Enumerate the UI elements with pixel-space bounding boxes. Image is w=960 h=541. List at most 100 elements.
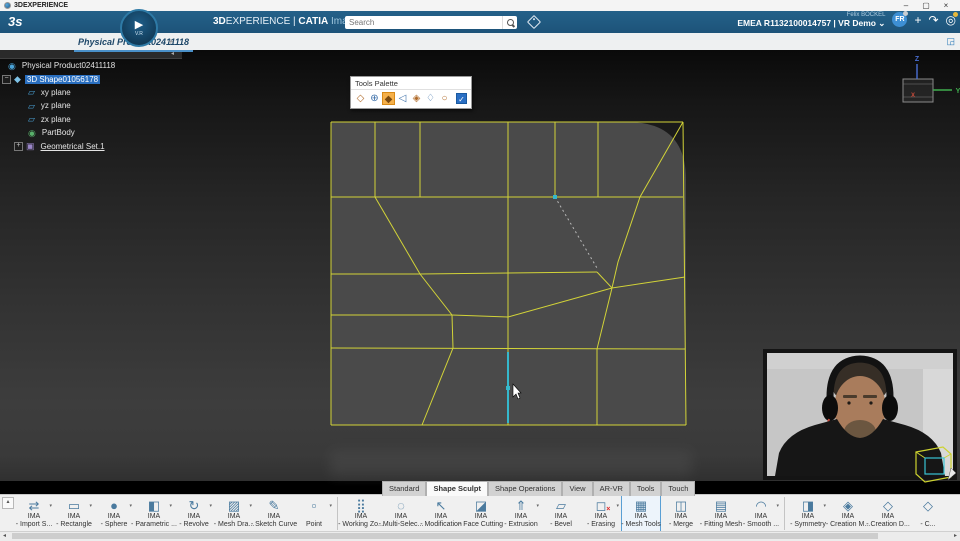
toolbar-button-mesh-dra[interactable]: ▨ ▾ IMA - Mesh Dra... xyxy=(214,495,254,532)
scroll-left-icon[interactable]: ◂ xyxy=(3,532,6,540)
toolbar-button-label: - Smooth ... xyxy=(742,520,780,528)
dropdown-arrow-icon[interactable]: ▾ xyxy=(169,503,172,509)
tab-touch[interactable]: Touch xyxy=(661,481,696,496)
palette-tool-icon-3[interactable]: ◁ xyxy=(396,92,409,105)
dropdown-arrow-icon[interactable]: ▾ xyxy=(249,503,252,509)
toolbar-button-label: - Rectangle xyxy=(56,520,92,528)
palette-tool-icon-1[interactable]: ⊕ xyxy=(368,92,381,105)
environment-selector[interactable]: EMEA R1132100014757 | VR Demo ⌄ xyxy=(737,19,885,28)
tools-palette-title[interactable]: Tools Palette xyxy=(351,77,471,90)
tree-expander-icon[interactable]: + xyxy=(14,141,23,151)
toolbar-button-extrusion[interactable]: ⇑ ▾ IMA - Extrusion xyxy=(501,495,541,532)
toolbar-button-modification[interactable]: ↖ IMA - Modification xyxy=(420,495,462,532)
tree-item-geometrical-set-1[interactable]: + ▣ Geometrical Set.1 xyxy=(0,139,107,152)
dropdown-arrow-icon[interactable]: ▾ xyxy=(616,503,619,509)
palette-tool-icon-5[interactable]: ♢ xyxy=(424,92,437,105)
toolbar-button-creation-d[interactable]: ◇ IMA - Creation D... xyxy=(866,495,910,532)
toolbar-button-smooth[interactable]: ◠ ▾ IMA - Smooth ... xyxy=(741,495,781,532)
palette-tool-icon-2[interactable]: ◆ xyxy=(382,92,395,105)
tab-tools[interactable]: Tools xyxy=(629,481,662,496)
tree-item-label: yz plane xyxy=(40,101,71,111)
merge-icon: ◫ xyxy=(674,498,688,513)
help-compass-icon[interactable]: ◎ xyxy=(946,11,959,27)
toolbar-button-label: - Revolve xyxy=(179,520,209,528)
toolbar-button-c[interactable]: ◇ - C... xyxy=(908,495,948,532)
toolbar-button-label: - Mesh Dra... xyxy=(213,520,255,528)
tools-palette-window[interactable]: Tools Palette ◇ ⊕ ◆ ◁ ◈ ♢ ○ ✓ xyxy=(350,76,472,109)
creation-m-icon: ◈ xyxy=(843,498,853,513)
tree-item-zx-plane[interactable]: ▱ zx plane xyxy=(0,113,73,126)
face-cutting-icon: ◪ xyxy=(474,498,488,513)
toolbar-button-label: - Import S... xyxy=(15,520,53,528)
toolbar-button-label: - Erasing xyxy=(586,520,615,528)
partbody-icon: ◉ xyxy=(28,127,36,138)
search-button[interactable] xyxy=(502,16,517,29)
dropdown-arrow-icon[interactable]: ▾ xyxy=(49,503,52,509)
share-icon[interactable]: ↷ xyxy=(928,13,938,27)
tab-ar-vr[interactable]: AR-VR xyxy=(592,481,630,496)
toolbar-button-revolve[interactable]: ↻ ▾ IMA - Revolve xyxy=(174,495,214,532)
geoset-icon: ▣ xyxy=(26,141,35,152)
fitting-mesh-icon: ▤ xyxy=(714,498,728,513)
dropdown-arrow-icon[interactable]: ▾ xyxy=(89,503,92,509)
tree-item-physical-product02411118[interactable]: ◉ Physical Product02411118 xyxy=(0,59,117,72)
dropdown-arrow-icon[interactable]: ▾ xyxy=(536,503,539,509)
headphone-earcup-right xyxy=(882,395,898,421)
palette-tool-icon-4[interactable]: ◈ xyxy=(410,92,423,105)
toolbar-button-parametric[interactable]: ◧ ▾ IMA - Parametric ... xyxy=(131,495,177,532)
search-box[interactable] xyxy=(345,16,517,29)
dropdown-arrow-icon[interactable]: ▾ xyxy=(209,503,212,509)
toolbar-button-point[interactable]: ▫ ▾ Point xyxy=(294,495,334,532)
toolbar-button-sphere[interactable]: ● ▾ IMA - Sphere xyxy=(94,495,134,532)
3dexperience-compass-badge[interactable]: ▶ V.R xyxy=(120,9,158,47)
tree-item-yz-plane[interactable]: ▱ yz plane xyxy=(0,99,73,112)
tree-item-label: PartBody xyxy=(41,128,75,138)
add-icon[interactable]: + xyxy=(914,13,921,27)
tree-expander-icon[interactable]: − xyxy=(2,74,11,84)
webcam-video xyxy=(767,353,953,476)
toolbar-button-multi-selec[interactable]: ◌ IMA - Multi-Selec... xyxy=(379,495,424,532)
palette-tool-icon-6[interactable]: ○ xyxy=(438,92,451,105)
toolbar-button-working-zo[interactable]: ⣿ IMA - Working Zo... xyxy=(338,495,384,532)
palette-checkbox[interactable]: ✓ xyxy=(456,93,467,104)
tab-shape-sculpt[interactable]: Shape Sculpt xyxy=(426,481,488,496)
toolbar-button-mesh-tools[interactable]: ▦ IMA - Mesh Tools xyxy=(621,495,661,532)
toolbar-button-bevel[interactable]: ▱ IMA - Bevel xyxy=(541,495,581,532)
search-input[interactable] xyxy=(345,17,502,28)
toolbar-button-erasing[interactable]: ◻ × ▾ IMA - Erasing xyxy=(581,495,621,532)
scroll-right-icon[interactable]: ▸ xyxy=(954,532,957,540)
new-tab-button[interactable]: + xyxy=(168,37,174,48)
avatar[interactable]: FR xyxy=(892,11,909,28)
mesh-tools-icon: ▦ xyxy=(634,498,648,513)
action-bar-collapse-button[interactable]: ▴ xyxy=(2,497,14,509)
toolbar-button-face-cutting[interactable]: ◪ IMA - Face Cutting xyxy=(459,495,503,532)
dropdown-arrow-icon[interactable]: ▾ xyxy=(129,503,132,509)
dropdown-arrow-icon[interactable]: ▾ xyxy=(776,503,779,509)
toolbar-button-label: IMA xyxy=(514,513,528,520)
tab-view[interactable]: View xyxy=(562,481,593,496)
toolbar-button-label: - Symmetry xyxy=(790,520,826,528)
palette-tool-icon-0[interactable]: ◇ xyxy=(354,92,367,105)
toolbar-button-sketch-curve[interactable]: ✎ IMA - Sketch Curve xyxy=(251,495,297,532)
scrollbar-thumb[interactable] xyxy=(12,533,878,539)
tab-shape-operations[interactable]: Shape Operations xyxy=(487,481,563,496)
tree-item-3d-shape01056178[interactable]: − ◆ 3D Shape01056178 xyxy=(0,72,101,85)
minimize-button[interactable]: – xyxy=(896,0,916,11)
toolbar-button-symmetry[interactable]: ◨ ▾ IMA - Symmetry xyxy=(788,495,828,532)
close-button[interactable]: × xyxy=(936,0,956,11)
tree-item-partbody[interactable]: ◉ PartBody xyxy=(0,126,77,139)
expand-viewport-icon[interactable]: ◲ xyxy=(946,36,955,47)
toolbar-button-label: - Merge xyxy=(668,520,694,528)
tree-item-xy-plane[interactable]: ▱ xy plane xyxy=(0,86,73,99)
toolbar-button-import-s[interactable]: ⇄ ▾ IMA - Import S... xyxy=(14,495,54,532)
tree-item-label: Geometrical Set.1 xyxy=(40,141,105,151)
toolbar-button-creation-m[interactable]: ◈ IMA - Creation M... xyxy=(826,495,870,532)
toolbar-button-label: IMA xyxy=(634,513,648,520)
dropdown-arrow-icon[interactable]: ▾ xyxy=(329,503,332,509)
toolbar-button-merge[interactable]: ◫ IMA - Merge xyxy=(661,495,701,532)
maximize-button[interactable]: ▢ xyxy=(916,0,936,11)
dropdown-arrow-icon[interactable]: ▾ xyxy=(823,503,826,509)
toolbar-button-fitting-mesh[interactable]: ▤ IMA - Fitting Mesh xyxy=(700,495,742,532)
tab-standard[interactable]: Standard xyxy=(382,481,427,496)
toolbar-button-rectangle[interactable]: ▭ ▾ IMA - Rectangle xyxy=(54,495,94,532)
